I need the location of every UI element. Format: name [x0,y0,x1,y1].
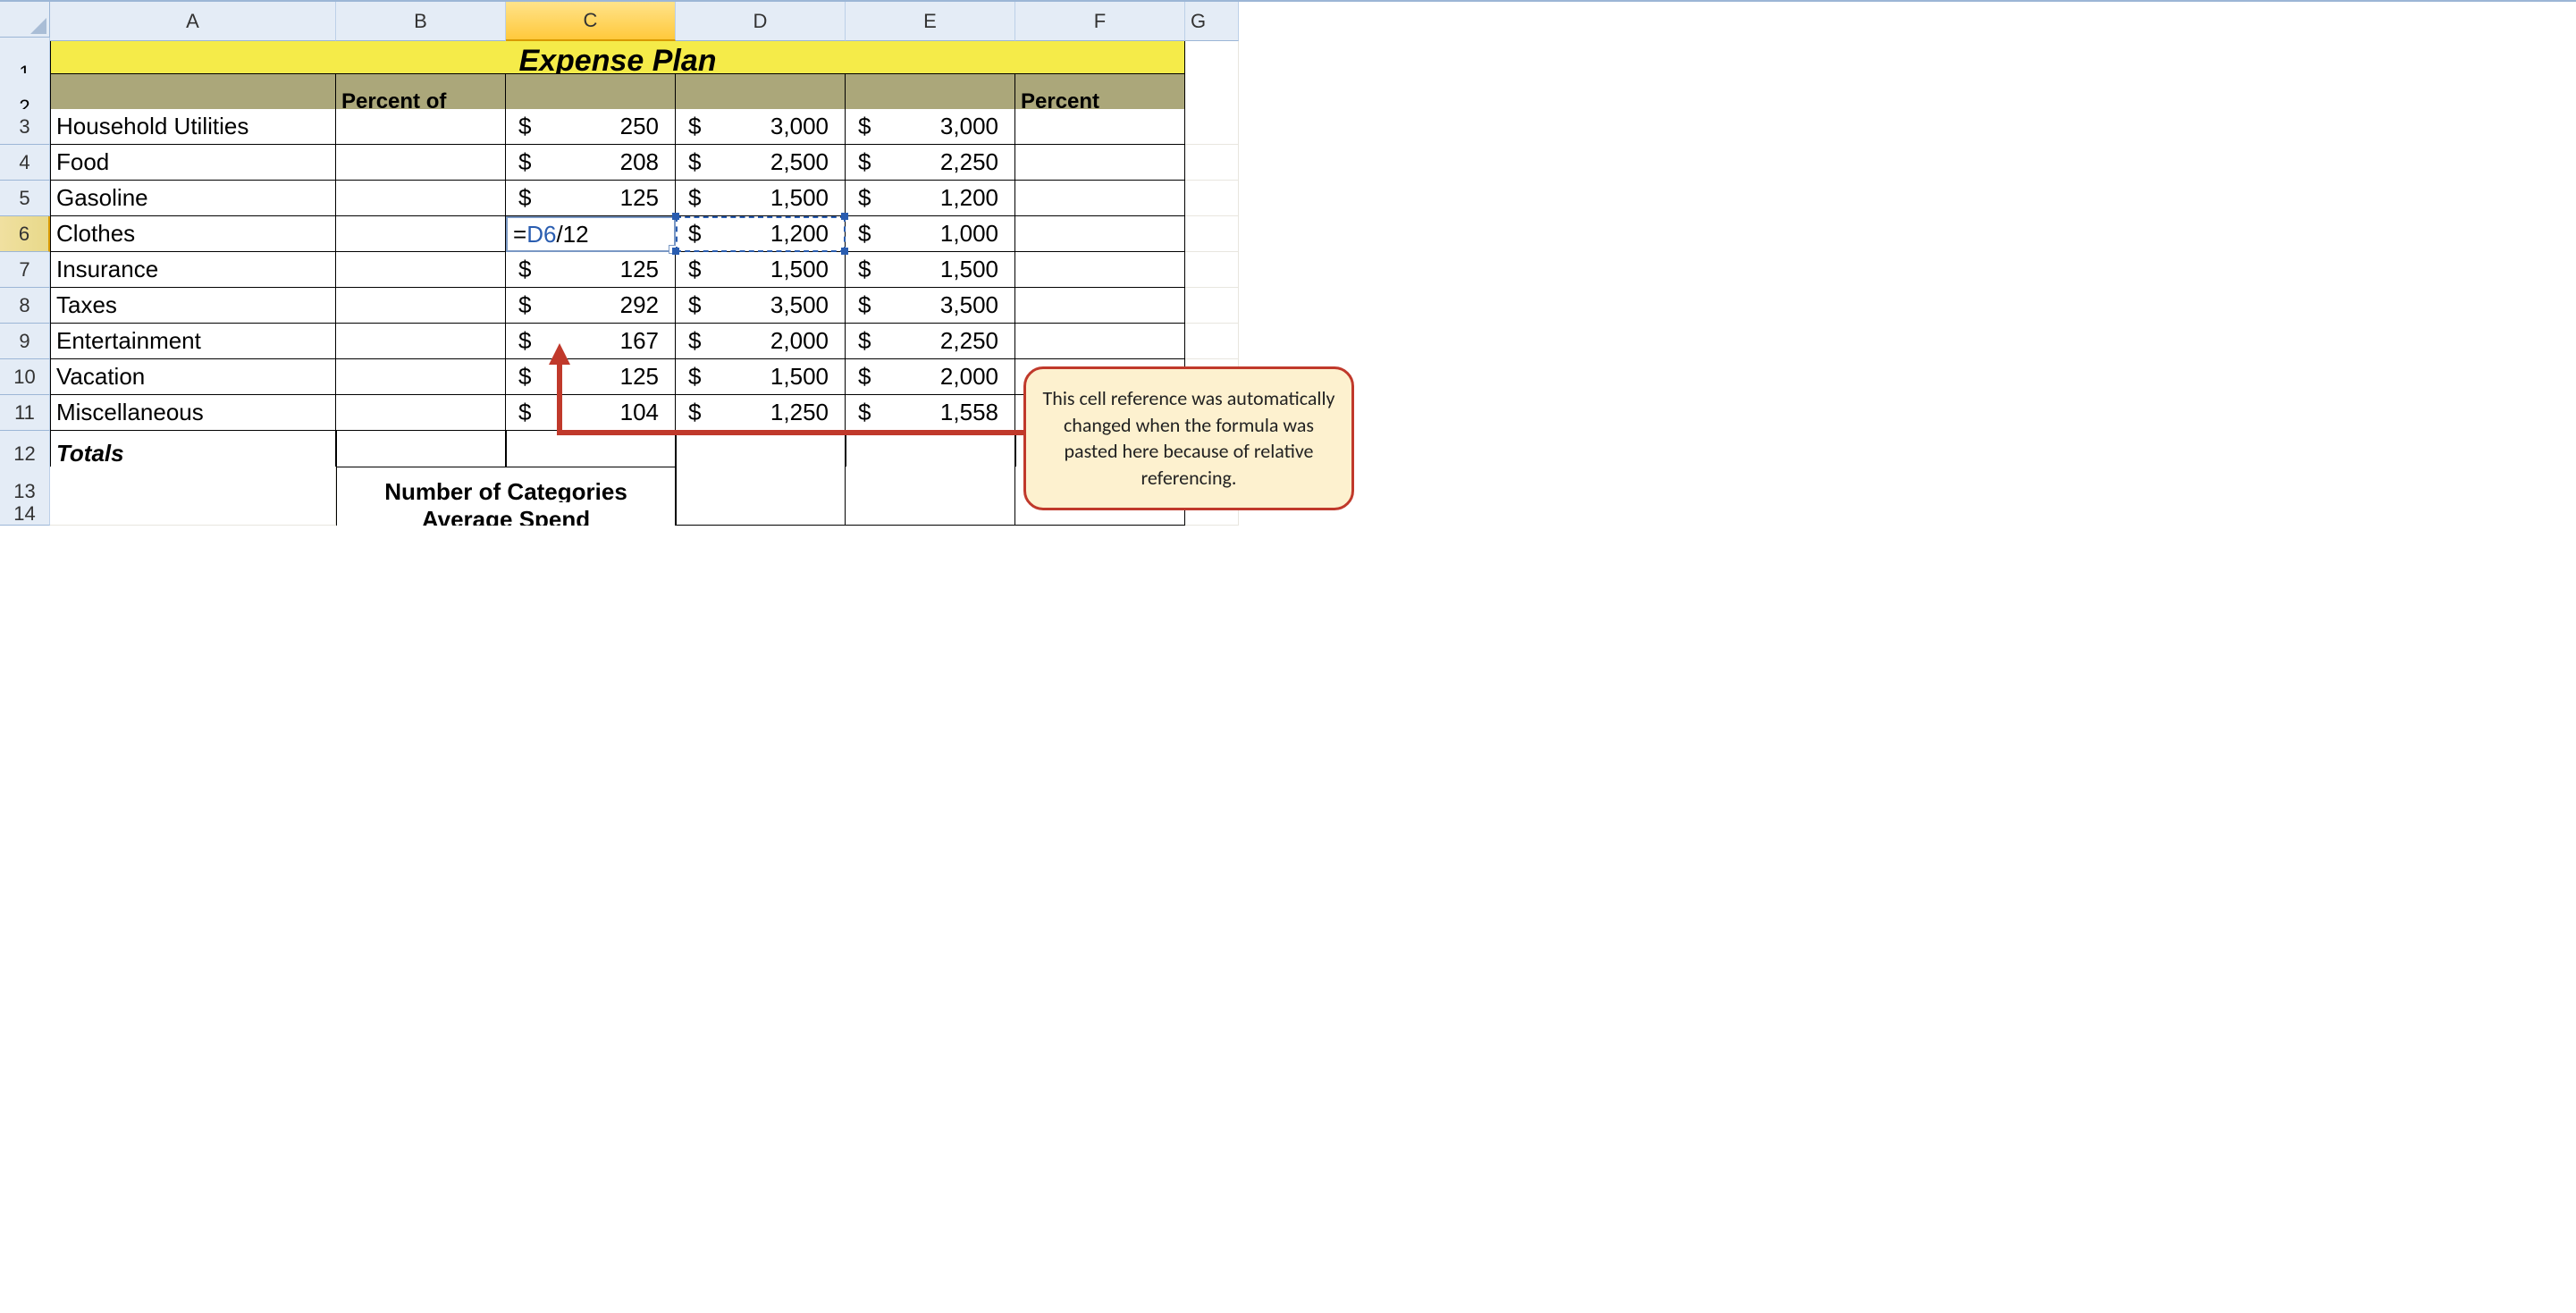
cell-D3[interactable]: $3,000 [676,109,846,145]
cell-C9[interactable]: $167 [506,324,676,359]
cell-B4[interactable] [336,145,506,181]
cell-E11[interactable]: $1,558 [846,395,1015,431]
cell-G6[interactable] [1185,216,1239,252]
row-header-6[interactable]: 6 [0,216,50,252]
cell-A4[interactable]: Food [50,145,336,181]
row-header-7[interactable]: 7 [0,252,50,288]
cell-E5[interactable]: $1,200 [846,181,1015,216]
col-header-G-partial[interactable]: G [1185,2,1239,41]
cell-BC14-avg-spend[interactable]: Average Spend [336,502,676,526]
cell-E14[interactable] [846,502,1015,526]
cell-B10[interactable] [336,359,506,395]
cell-C7[interactable]: $125 [506,252,676,288]
cell-B3[interactable] [336,109,506,145]
cell-E6[interactable]: $1,000 [846,216,1015,252]
row-header-9[interactable]: 9 [0,324,50,359]
cell-F8[interactable] [1015,288,1185,324]
cell-A3[interactable]: Household Utilities [50,109,336,145]
cell-F3[interactable] [1015,109,1185,145]
cell-G4[interactable] [1185,145,1239,181]
cell-D7[interactable]: $1,500 [676,252,846,288]
cell-F6[interactable] [1015,216,1185,252]
cell-A8[interactable]: Taxes [50,288,336,324]
cell-E3[interactable]: $3,000 [846,109,1015,145]
cell-B9[interactable] [336,324,506,359]
formula-suffix: /12 [556,221,588,248]
col-header-D[interactable]: D [676,2,846,41]
cell-E4[interactable]: $2,250 [846,145,1015,181]
row-header-8[interactable]: 8 [0,288,50,324]
cell-A6[interactable]: Clothes [50,216,336,252]
cell-C6-formula[interactable]: =D6/12 [506,216,676,252]
cell-D11[interactable]: $1,250 [676,395,846,431]
cell-B6[interactable] [336,216,506,252]
formula-ref: D6 [526,221,556,248]
cell-G8[interactable] [1185,288,1239,324]
cell-D8[interactable]: $3,500 [676,288,846,324]
formula-prefix: = [513,221,526,248]
row-header-3[interactable]: 3 [0,109,50,145]
cell-B7[interactable] [336,252,506,288]
cell-F5[interactable] [1015,181,1185,216]
cell-E8[interactable]: $3,500 [846,288,1015,324]
cell-G5[interactable] [1185,181,1239,216]
row-header-4[interactable]: 4 [0,145,50,181]
cell-A5[interactable]: Gasoline [50,181,336,216]
cell-D14[interactable] [676,502,846,526]
cell-B8[interactable] [336,288,506,324]
cell-C3[interactable]: $250 [506,109,676,145]
row-header-11[interactable]: 11 [0,395,50,431]
cell-F7[interactable] [1015,252,1185,288]
cell-E10[interactable]: $2,000 [846,359,1015,395]
row-header-5[interactable]: 5 [0,181,50,216]
cell-G7[interactable] [1185,252,1239,288]
cell-D4[interactable]: $2,500 [676,145,846,181]
cell-G9[interactable] [1185,324,1239,359]
cell-F9[interactable] [1015,324,1185,359]
col-header-B[interactable]: B [336,2,506,41]
annotation-callout: This cell reference was automatically ch… [1023,366,1354,510]
col-header-E[interactable]: E [846,2,1015,41]
cell-G3[interactable] [1185,109,1239,145]
cell-E7[interactable]: $1,500 [846,252,1015,288]
cell-A7[interactable]: Insurance [50,252,336,288]
cell-B5[interactable] [336,181,506,216]
col-header-F[interactable]: F [1015,2,1185,41]
cell-A14[interactable] [50,502,336,526]
cell-C5[interactable]: $125 [506,181,676,216]
col-header-A[interactable]: A [50,2,336,41]
cell-A9[interactable]: Entertainment [50,324,336,359]
cell-C10[interactable]: $125 [506,359,676,395]
cell-D9[interactable]: $2,000 [676,324,846,359]
row-header-10[interactable]: 10 [0,359,50,395]
callout-text: This cell reference was automatically ch… [1043,386,1335,490]
cell-A11[interactable]: Miscellaneous [50,395,336,431]
cell-D10[interactable]: $1,500 [676,359,846,395]
cell-D5[interactable]: $1,500 [676,181,846,216]
row-header-14[interactable]: 14 [0,502,50,526]
cell-F4[interactable] [1015,145,1185,181]
cell-C11[interactable]: $104 [506,395,676,431]
cell-B11[interactable] [336,395,506,431]
cell-C8[interactable]: $292 [506,288,676,324]
cell-C4[interactable]: $208 [506,145,676,181]
col-header-C[interactable]: C [506,2,676,41]
cell-E9[interactable]: $2,250 [846,324,1015,359]
cell-A10[interactable]: Vacation [50,359,336,395]
cell-D6[interactable]: $1,200 [676,216,846,252]
select-all-corner[interactable] [0,2,50,38]
